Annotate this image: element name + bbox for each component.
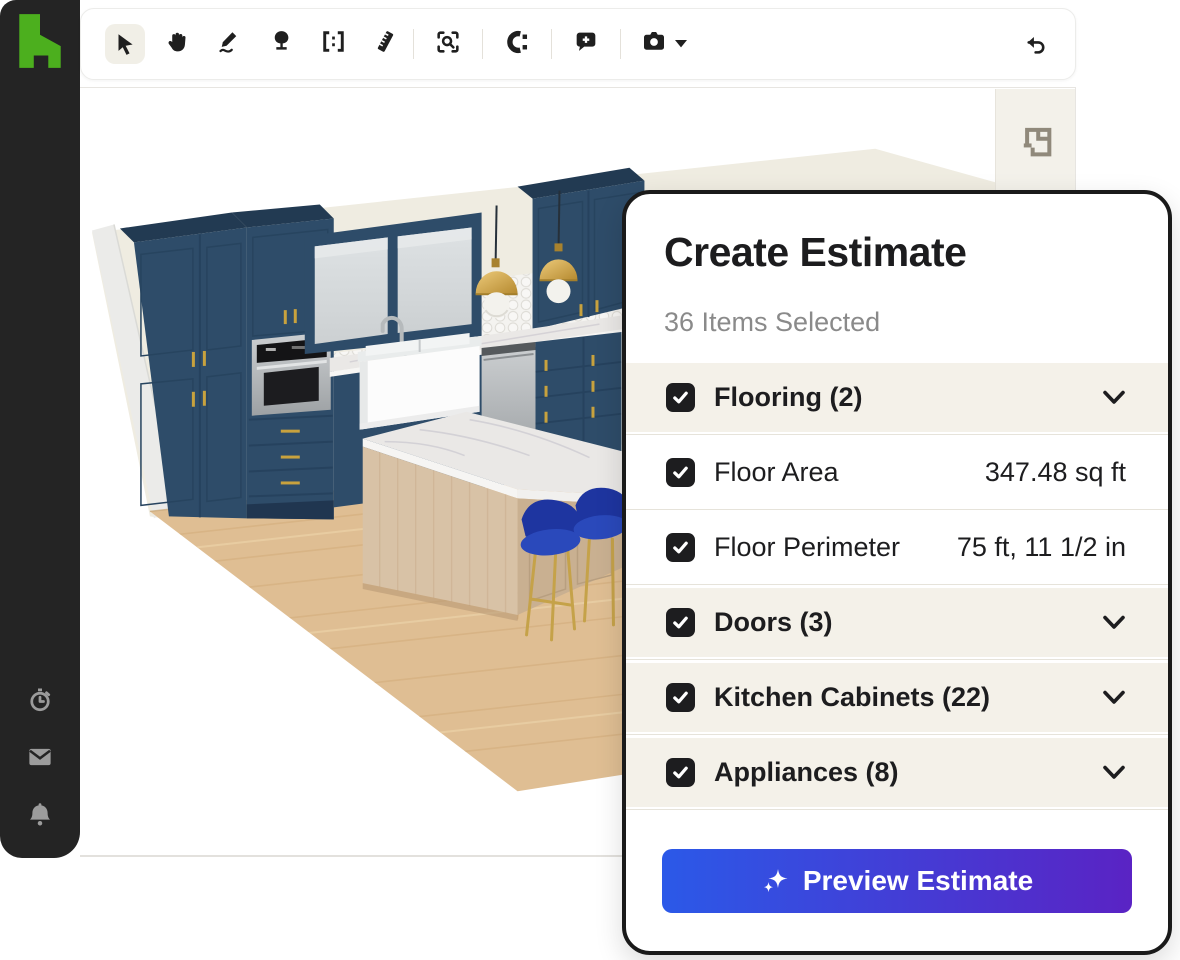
toolbar-separator — [551, 29, 552, 59]
tree-icon — [268, 28, 295, 60]
estimate-group-row[interactable]: Appliances (8) — [626, 735, 1168, 810]
toolbar-separator — [620, 29, 621, 59]
chevron-down-icon[interactable] — [1102, 690, 1126, 705]
timer-icon[interactable] — [23, 682, 57, 716]
estimate-group-row[interactable]: Kitchen Cabinets (22) — [626, 660, 1168, 735]
estimate-rows-list: Flooring (2)Floor Area347.48 sq ftFloor … — [626, 360, 1168, 810]
houzz-logo[interactable] — [14, 12, 66, 70]
sparkle-icon — [761, 867, 789, 895]
notifications-icon[interactable] — [23, 798, 57, 832]
camera-icon — [639, 27, 669, 62]
items-selected-count: 36 Items Selected — [664, 306, 1130, 338]
checkbox-checked[interactable] — [666, 458, 695, 487]
snapshot-button[interactable] — [623, 27, 703, 62]
row-label: Appliances (8) — [714, 757, 899, 788]
comment-plus-icon — [572, 28, 600, 61]
pencil-draw-icon — [216, 28, 243, 60]
draw-tool-button[interactable] — [203, 22, 255, 66]
undo-button[interactable] — [1015, 25, 1055, 65]
row-label: Floor Perimeter — [714, 532, 900, 563]
chevron-down-icon[interactable] — [1102, 615, 1126, 630]
chevron-down-icon — [675, 35, 687, 53]
magnet-snap-button[interactable] — [485, 22, 549, 66]
wall-brackets-icon — [320, 28, 347, 60]
zoom-region-icon — [434, 28, 462, 61]
pan-tool-button[interactable] — [151, 22, 203, 66]
floor-plan-icon — [1016, 121, 1056, 161]
checkbox-checked[interactable] — [666, 533, 695, 562]
floorplan-view-button[interactable] — [995, 89, 1075, 194]
select-tool-button[interactable] — [99, 22, 151, 66]
row-label: Flooring (2) — [714, 382, 862, 413]
row-label: Kitchen Cabinets (22) — [714, 682, 990, 713]
estimate-item-row[interactable]: Floor Perimeter 75 ft, 11 1/2 in — [626, 510, 1168, 585]
create-estimate-panel: Create Estimate 36 Items Selected Floori… — [622, 190, 1172, 955]
magnet-icon — [503, 28, 531, 61]
panel-title: Create Estimate — [664, 228, 1130, 276]
toolbar-separator — [413, 29, 414, 59]
estimate-group-row[interactable]: Doors (3) — [626, 585, 1168, 660]
preview-estimate-label: Preview Estimate — [803, 865, 1033, 897]
zoom-region-button[interactable] — [416, 22, 480, 66]
preview-estimate-button[interactable]: Preview Estimate — [662, 849, 1132, 913]
messages-icon[interactable] — [23, 740, 57, 774]
row-label: Floor Area — [714, 457, 839, 488]
estimate-item-row[interactable]: Floor Area 347.48 sq ft — [626, 435, 1168, 510]
checkbox-checked[interactable] — [666, 608, 695, 637]
measure-tool-button[interactable] — [359, 22, 411, 66]
add-comment-button[interactable] — [554, 22, 618, 66]
app-sidebar — [0, 0, 80, 858]
checkbox-checked[interactable] — [666, 683, 695, 712]
hand-icon — [164, 28, 191, 60]
chevron-down-icon[interactable] — [1102, 390, 1126, 405]
checkbox-checked[interactable] — [666, 758, 695, 787]
walls-tool-button[interactable] — [307, 22, 359, 66]
row-value: 75 ft, 11 1/2 in — [957, 532, 1126, 563]
row-label: Doors (3) — [714, 607, 833, 638]
ruler-icon — [372, 28, 399, 60]
estimate-group-row[interactable]: Flooring (2) — [626, 360, 1168, 435]
chevron-down-icon[interactable] — [1102, 765, 1126, 780]
toolbar-separator — [482, 29, 483, 59]
select-icon — [105, 24, 145, 64]
checkbox-checked[interactable] — [666, 383, 695, 412]
row-value: 347.48 sq ft — [985, 457, 1126, 488]
plants-tool-button[interactable] — [255, 22, 307, 66]
design-toolbar — [80, 8, 1076, 80]
